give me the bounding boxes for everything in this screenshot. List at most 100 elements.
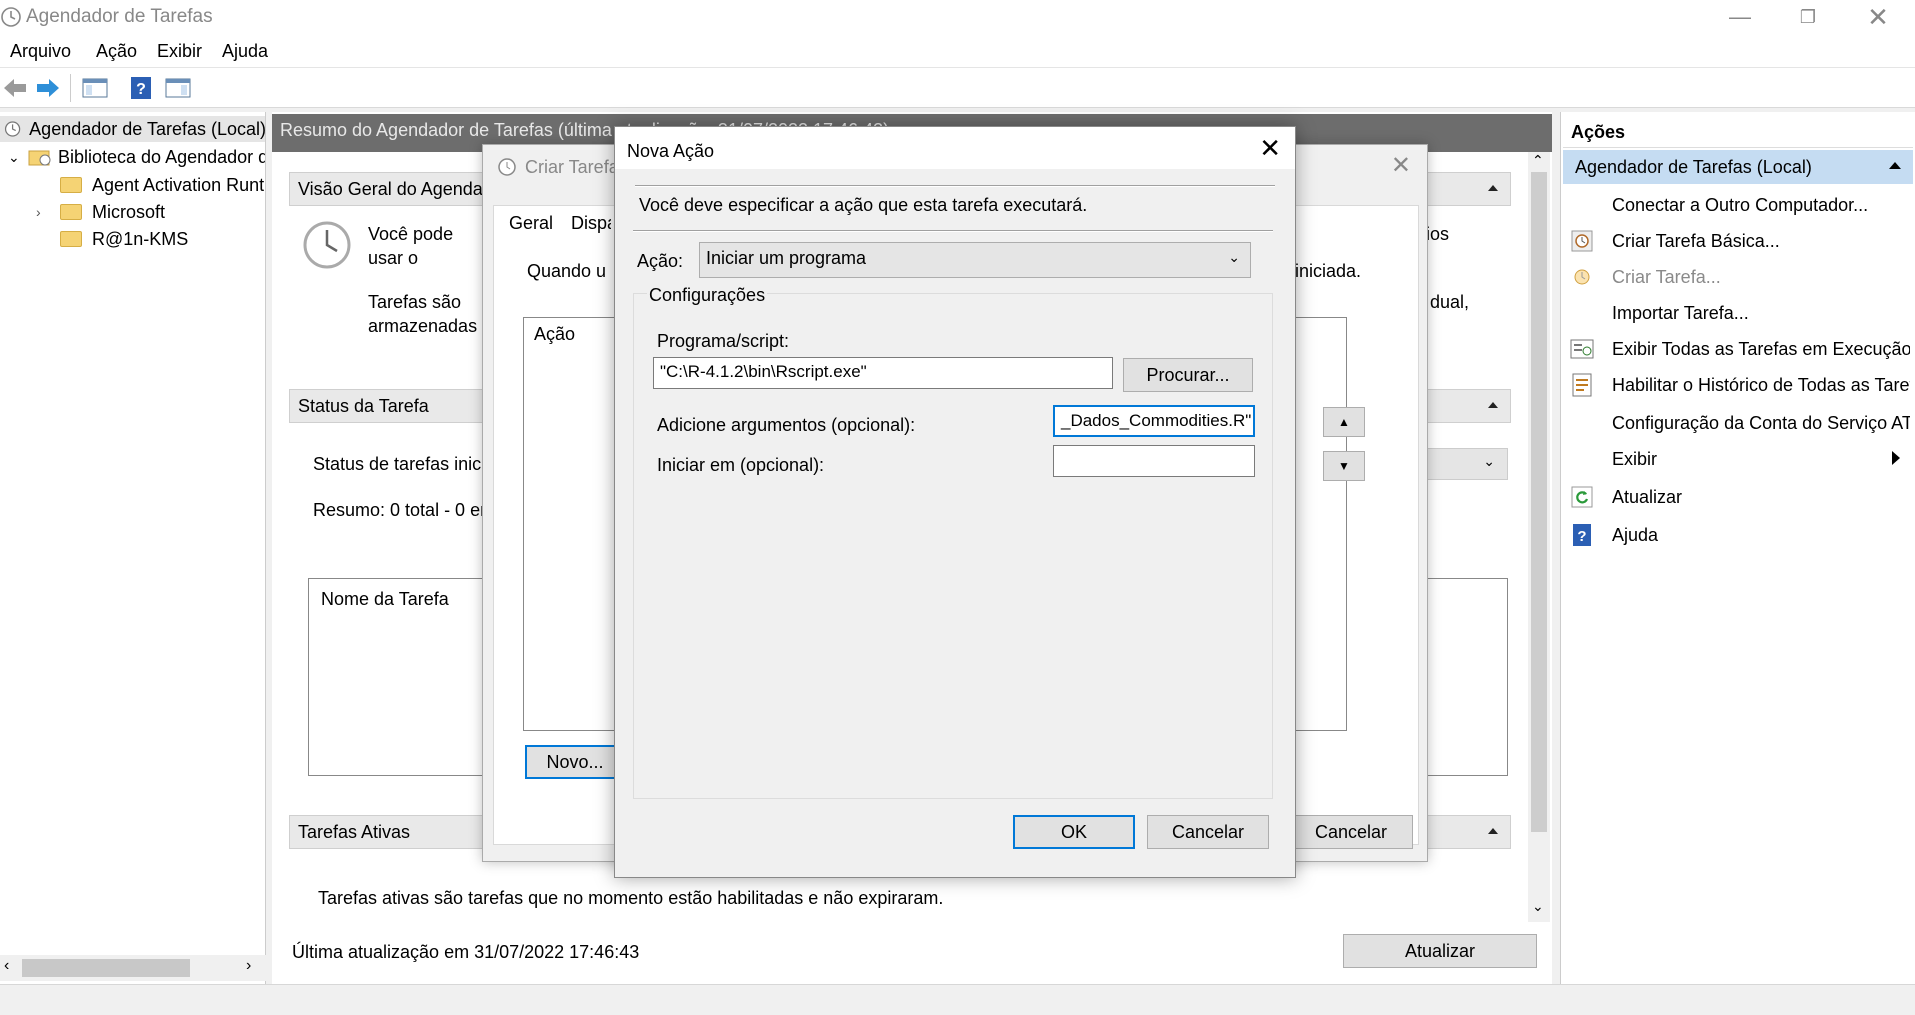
tab-geral[interactable]: Geral — [509, 213, 553, 234]
clock-icon — [303, 221, 351, 269]
close-icon: ✕ — [1867, 1, 1889, 32]
tree-item-library[interactable]: ⌄ Biblioteca do Agendador de Tarefas — [8, 144, 265, 170]
cancel-button[interactable]: Cancelar — [1147, 815, 1269, 849]
basic-task-wizard-icon — [1570, 229, 1594, 253]
action-refresh[interactable]: Atualizar — [1570, 482, 1910, 512]
new-action-title-bar — [615, 127, 1295, 169]
menu-acao[interactable]: Ação — [96, 41, 137, 62]
ok-button[interactable]: OK — [1013, 815, 1135, 849]
column-header-action[interactable]: Ação — [534, 324, 575, 345]
restore-icon: ❐ — [1799, 6, 1817, 27]
browse-button[interactable]: Procurar... — [1123, 358, 1253, 392]
create-task-dialog-title: Criar Tarefa — [525, 157, 619, 177]
blank-icon — [1570, 301, 1594, 325]
clock-icon — [1, 7, 21, 27]
close-button[interactable]: ✕ — [1843, 0, 1913, 34]
close-icon[interactable]: ✕ — [1391, 151, 1411, 180]
move-up-button[interactable]: ▲ — [1323, 407, 1365, 437]
collapse-icon[interactable] — [1488, 828, 1498, 834]
show-hide-console-tree-button[interactable] — [80, 73, 110, 103]
close-icon[interactable]: ✕ — [1259, 133, 1281, 164]
blank-icon — [1570, 193, 1594, 217]
start-in-input[interactable] — [1053, 445, 1255, 477]
status-period-label: Status de tarefas iniciadas no seguinte … — [313, 454, 483, 474]
start-in-label: Iniciar em (opcional): — [657, 455, 825, 475]
action-help[interactable]: ? Ajuda — [1570, 520, 1910, 550]
back-button[interactable] — [0, 73, 30, 103]
overview-text-fragment: dual, — [1430, 292, 1470, 312]
move-down-button[interactable]: ▼ — [1323, 451, 1365, 481]
library-folder-icon — [28, 150, 51, 166]
scroll-down-icon[interactable]: ⌄ — [1532, 898, 1544, 915]
running-tasks-icon — [1570, 337, 1594, 361]
scrollbar-thumb[interactable] — [1531, 172, 1547, 832]
collapse-icon[interactable] — [1889, 162, 1901, 169]
collapse-icon[interactable] — [1488, 402, 1498, 408]
action-import-task[interactable]: Importar Tarefa... — [1570, 298, 1910, 328]
tree-horizontal-scrollbar[interactable]: ‹ › — [0, 955, 266, 981]
overview-text-2: Tarefas são armazenadas em pastas na Bib… — [368, 292, 478, 336]
title-bar: Agendador de Tarefas — ❐ ✕ — [0, 0, 1915, 34]
help-icon: ? — [131, 77, 151, 99]
active-tasks-text: Tarefas ativas são tarefas que no moment… — [318, 888, 944, 908]
clock-icon — [498, 158, 516, 176]
program-script-input[interactable]: "C:\R-4.1.2\bin\Rscript.exe" — [653, 357, 1113, 389]
submenu-arrow-icon — [1892, 451, 1900, 465]
status-bar — [0, 984, 1915, 1015]
menu-exibir[interactable]: Exibir — [157, 41, 202, 62]
action-service-account-config[interactable]: Configuração da Conta do Serviço AT — [1570, 408, 1910, 438]
action-type-dropdown[interactable]: Iniciar um programa ⌄ — [699, 242, 1251, 278]
collapse-icon[interactable] — [1488, 185, 1498, 191]
restore-button[interactable]: ❐ — [1773, 0, 1843, 34]
show-hide-action-pane-button[interactable] — [163, 73, 193, 103]
status-summary: Resumo: 0 total - 0 em execução, 0 bem-s… — [313, 500, 483, 520]
create-task-cancel-button[interactable]: Cancelar — [1289, 815, 1413, 849]
action-view-submenu[interactable]: Exibir — [1570, 444, 1910, 474]
action-type-label: Ação: — [637, 251, 684, 271]
action-create-task[interactable]: Criar Tarefa... — [1570, 262, 1910, 292]
refresh-button[interactable]: Atualizar — [1343, 934, 1537, 968]
tab-disparadores[interactable]: Disparadores — [571, 213, 611, 234]
refresh-icon — [1570, 485, 1594, 509]
menu-ajuda[interactable]: Ajuda — [222, 41, 268, 62]
create-task-icon — [1570, 265, 1594, 289]
action-enable-history[interactable]: Habilitar o Histórico de Todas as Tarefa… — [1570, 370, 1910, 400]
new-action-instruction: Você deve especificar a ação que esta ta… — [639, 195, 1088, 215]
action-create-basic-task[interactable]: Criar Tarefa Básica... — [1570, 226, 1910, 256]
arguments-label: Adicione argumentos (opcional): — [657, 415, 916, 435]
help-button[interactable]: ? — [126, 73, 156, 103]
action-show-running-tasks[interactable]: Exibir Todas as Tarefas em Execução — [1570, 334, 1910, 364]
last-update-label: Última atualização em 31/07/2022 17:46:4… — [292, 942, 640, 962]
separator — [635, 185, 1275, 187]
forward-button[interactable] — [33, 73, 63, 103]
action-connect-computer[interactable]: Conectar a Outro Computador... — [1570, 190, 1910, 220]
summary-vertical-scrollbar[interactable]: ⌃ ⌄ — [1528, 152, 1550, 922]
separator — [633, 230, 1273, 232]
chevron-right-icon: › — [36, 204, 41, 220]
column-header-task-name[interactable]: Nome da Tarefa — [321, 589, 449, 610]
scrollbar-thumb[interactable] — [22, 959, 190, 977]
scroll-right-icon[interactable]: › — [246, 957, 251, 975]
minimize-icon: — — [1729, 4, 1751, 29]
toolbar-separator — [70, 74, 71, 102]
actions-title: Ações — [1563, 118, 1913, 148]
actions-tab-description: Quando um — [527, 261, 607, 281]
actions-group-header[interactable]: Agendador de Tarefas (Local) — [1563, 150, 1913, 184]
period-dropdown[interactable]: ⌄ — [1420, 448, 1508, 480]
window-title: Agendador de Tarefas — [26, 6, 213, 27]
tree-item-microsoft[interactable]: › Microsoft — [36, 199, 165, 225]
tree-item-root[interactable]: Agendador de Tarefas (Local) — [0, 116, 265, 142]
arguments-input[interactable]: _Dados_Commodities.R" — [1053, 405, 1255, 437]
new-action-button[interactable]: Novo... — [525, 745, 625, 779]
menu-arquivo[interactable]: Arquivo — [10, 41, 71, 62]
tree-item-agent-activation[interactable]: Agent Activation Runtime — [60, 172, 265, 198]
arrow-right-icon — [37, 79, 59, 97]
help-icon: ? — [1570, 523, 1594, 547]
tree-item-r1n-kms[interactable]: R@1n-KMS — [60, 226, 188, 252]
program-script-label: Programa/script: — [657, 331, 790, 351]
minimize-button[interactable]: — — [1705, 0, 1775, 34]
scroll-left-icon[interactable]: ‹ — [4, 957, 9, 975]
scroll-up-icon[interactable]: ⌃ — [1532, 152, 1544, 169]
console-tree: Agendador de Tarefas (Local) ⌄ Bibliotec… — [0, 112, 266, 984]
folder-icon — [60, 231, 82, 247]
